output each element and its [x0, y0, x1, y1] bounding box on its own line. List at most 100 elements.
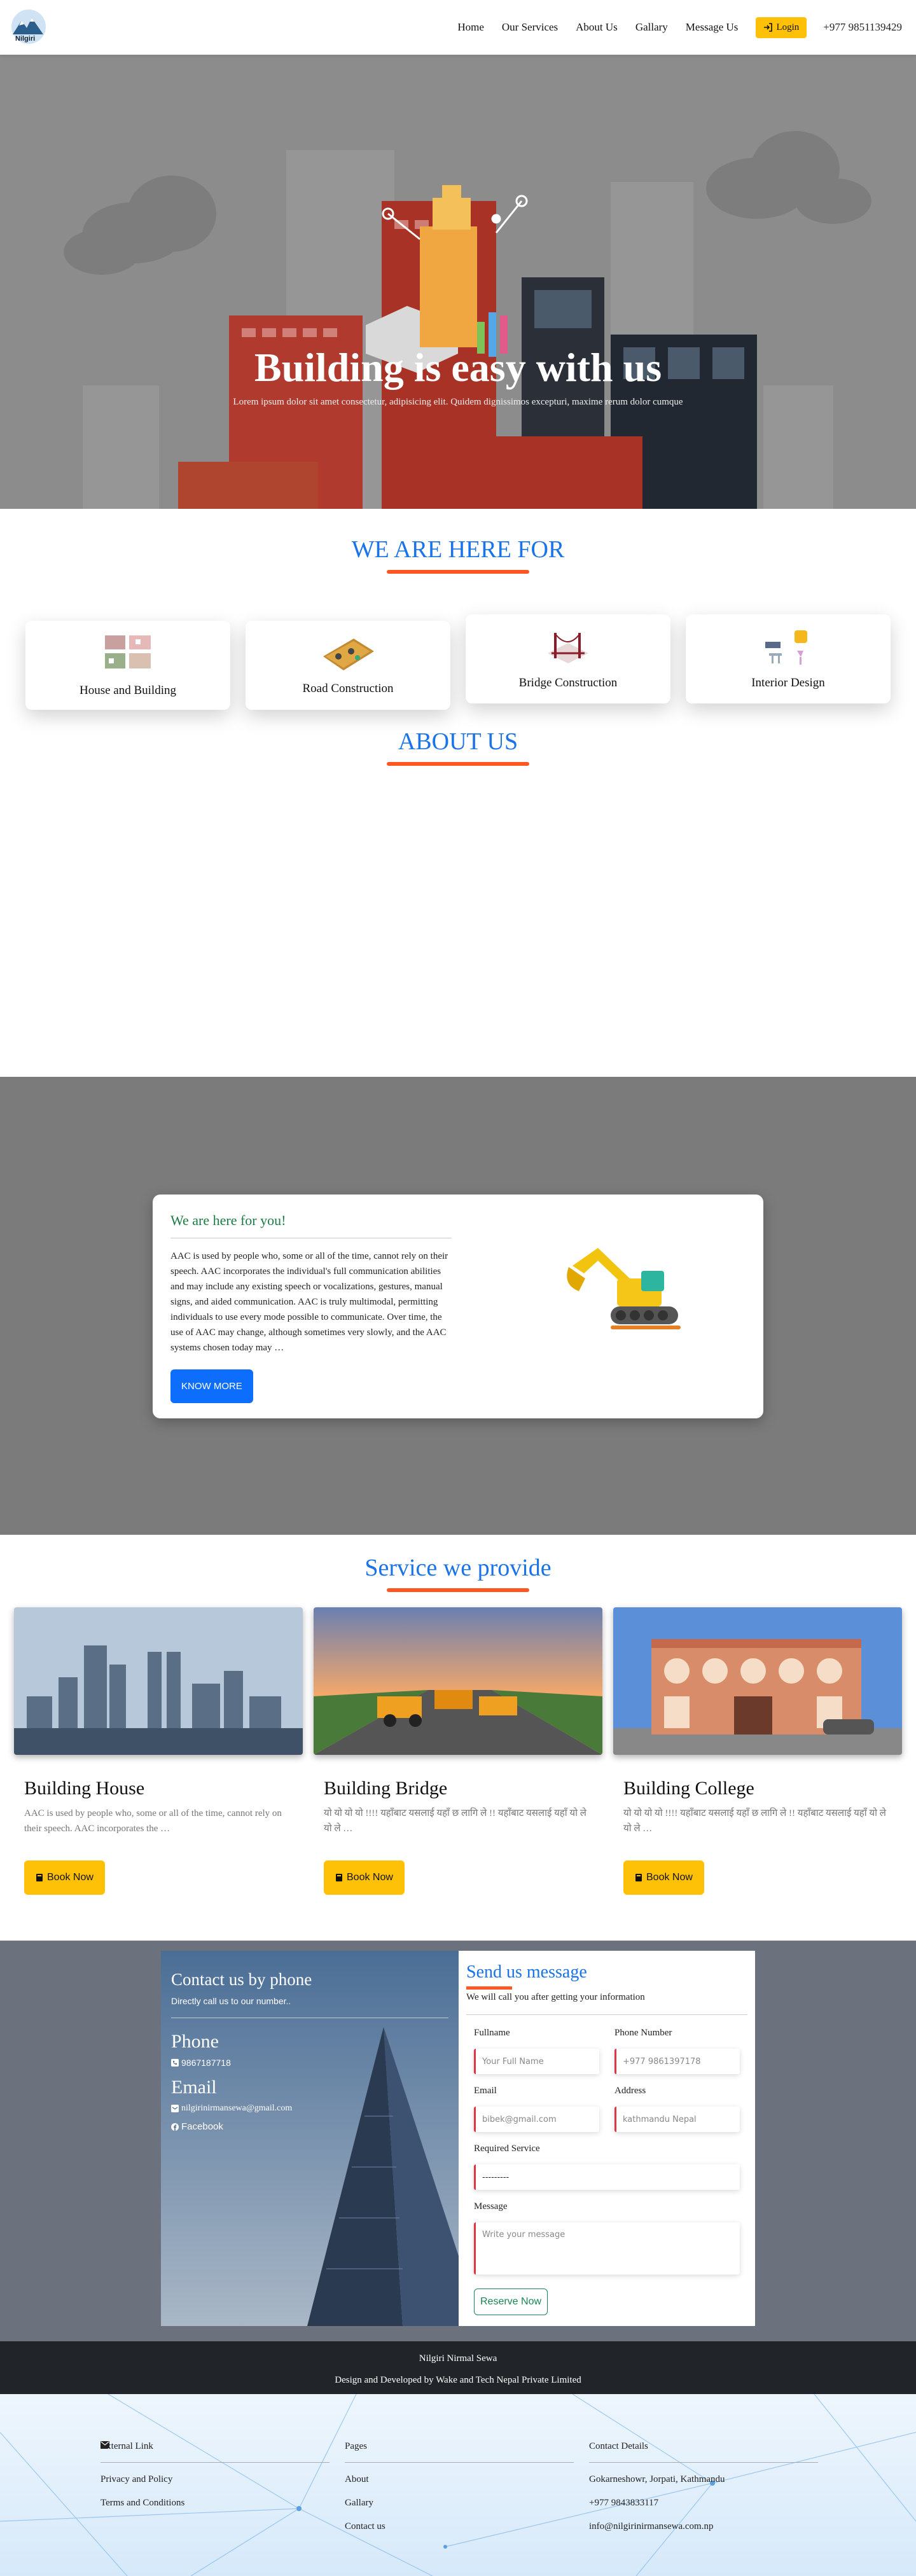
contact-left-subtitle: Directly call us to our number.. [171, 1996, 291, 2006]
title-underline [466, 1986, 512, 1990]
card-label: Bridge Construction [518, 676, 618, 689]
know-more-button[interactable]: KNOW MORE [170, 1369, 253, 1403]
nav-about-us[interactable]: About Us [576, 21, 618, 34]
message-label: Message [474, 2201, 508, 2212]
card-house-building[interactable]: House and Building [25, 621, 230, 710]
email-icon [171, 2105, 179, 2112]
login-button[interactable]: Login [756, 17, 807, 38]
card-label: House and Building [80, 684, 176, 697]
excavator-illustration [567, 1248, 681, 1329]
service-title: Building College [623, 1778, 754, 1799]
form-title: Send us message [466, 1962, 587, 1982]
phone-input[interactable]: +977 9861397178 [614, 2049, 740, 2074]
navbar: Nilgiri Home Our Services About Us Galla… [0, 0, 916, 55]
card-label: Road Construction [302, 682, 394, 695]
nav-message-us[interactable]: Message Us [686, 21, 739, 34]
reserve-now-button[interactable]: Reserve Now [474, 2289, 548, 2315]
book-now-button[interactable]: Book Now [324, 1860, 405, 1895]
phone-item: +977 9843833117 [101, 2441, 818, 2509]
phone-text[interactable]: +977 9843833117 [589, 2498, 658, 2509]
address-text: Gokarneshowr, Jorpati, Kathmandu [589, 2474, 725, 2484]
form-subtitle: We will call you after getting your info… [466, 1992, 645, 2002]
college-image [613, 1607, 902, 1755]
divider [466, 2014, 747, 2015]
city-image [14, 1607, 303, 1755]
service-title: Building House [24, 1778, 145, 1799]
login-label: Login [776, 22, 800, 32]
address-item: Gokarneshowr, Jorpati, Kathmandu [101, 2441, 818, 2485]
house-icon [105, 635, 151, 668]
nav-gallary[interactable]: Gallary [635, 21, 668, 34]
contact-email[interactable]: nilgirinirmansewa@gmail.com [181, 2103, 292, 2114]
about-heading: We are here for you! [170, 1212, 286, 1228]
service-desc: यो यो यो यो !!!! यहाँबाट यसलाई यहाँ छ ला… [324, 1808, 586, 1834]
services-title: Service we provide [364, 1555, 552, 1581]
book-now-label: Book Now [47, 1872, 94, 1883]
terms-link[interactable]: Terms and Conditions [101, 2498, 330, 2509]
service-title: Building Bridge [324, 1778, 448, 1799]
service-desc: AAC is used by people who, some or all o… [24, 1808, 282, 1834]
email-text[interactable]: info@nilgirinirmansewa.com.np [589, 2521, 713, 2532]
title-underline [387, 762, 529, 766]
bridge-icon [548, 633, 588, 663]
contact-phone[interactable]: 9867187718 [181, 2058, 231, 2068]
hero-title: Building is easy with us [254, 345, 662, 390]
message-textarea[interactable]: Write your message [474, 2222, 740, 2275]
contact-left-title: Contact us by phone [171, 1970, 312, 1989]
contact-info-panel: Contact us by phone Directly call us to … [161, 1951, 459, 2326]
site-logo[interactable]: Nilgiri [8, 9, 50, 46]
services-list: Building House AAC is used by people who… [0, 1607, 916, 1895]
facebook-link[interactable]: Facebook [181, 2121, 223, 2132]
company-name: Nilgiri Nirmal Sewa [419, 2353, 497, 2364]
road-image [314, 1607, 602, 1755]
gallary-link[interactable]: Gallary [345, 2498, 574, 2509]
book-now-button[interactable]: Book Now [24, 1860, 105, 1895]
contact-link[interactable]: Contact us [345, 2521, 574, 2532]
card-interior-design[interactable]: Interior Design [686, 614, 891, 703]
interior-icon [765, 630, 807, 665]
nav-phone: +977 9851139429 [823, 21, 902, 33]
footer-col-title: Pages [345, 2441, 367, 2451]
fullname-label: Fullname [474, 2028, 510, 2038]
login-icon [764, 23, 773, 32]
email-heading: Email [171, 2077, 217, 2098]
about-title: ABOUT US [398, 728, 518, 755]
card-label: Interior Design [751, 676, 825, 689]
footer-col-title: External Link [101, 2441, 153, 2451]
nav-home[interactable]: Home [457, 21, 484, 34]
title-underline [387, 1588, 529, 1592]
service-card-building-house: Building House AAC is used by people who… [14, 1607, 303, 1895]
contact-section: Contact us by phone Directly call us to … [0, 1941, 916, 2341]
service-label: Required Service [474, 2143, 540, 2154]
about-link[interactable]: About [345, 2474, 574, 2485]
card-road-construction[interactable]: Road Construction [246, 621, 450, 710]
fullname-input[interactable]: Your Full Name [474, 2049, 599, 2074]
footer-pages: Pages About Gallary Contact us [345, 2441, 574, 2545]
email-input[interactable]: bibek@gmail.com [474, 2107, 599, 2132]
hero-illustration [0, 55, 916, 509]
nav-menu: Home Our Services About Us Gallary Messa… [440, 17, 902, 38]
service-desc: यो यो यो यो !!!! यहाँबाट यसलाई यहाँ छ ला… [623, 1808, 886, 1834]
footer: External Link Privacy and Policy Terms a… [0, 2394, 916, 2576]
card-bridge-construction[interactable]: Bridge Construction [466, 614, 670, 703]
phone-icon [171, 2059, 179, 2067]
nav-our-services[interactable]: Our Services [502, 21, 558, 34]
service-select[interactable]: --------- [474, 2164, 740, 2190]
footer-contact-details: Contact Details Gokarneshowr, Jorpati, K… [101, 2441, 818, 2545]
contact-form-panel: Send us message We will call you after g… [459, 1951, 755, 2326]
hero-subtitle: Lorem ipsum dolor sit amet consectetur, … [233, 397, 683, 407]
address-input[interactable]: kathmandu Nepal [614, 2107, 740, 2132]
service-cards: House and Building Road Construction Bri… [0, 614, 916, 710]
about-card: We are here for you! AAC is used by peop… [153, 1195, 763, 1418]
phone-heading: Phone [171, 2031, 219, 2052]
book-now-label: Book Now [347, 1872, 393, 1883]
book-now-button[interactable]: Book Now [623, 1860, 704, 1895]
service-card-building-college: Building College यो यो यो यो !!!! यहाँबा… [613, 1607, 902, 1895]
privacy-link[interactable]: Privacy and Policy [101, 2474, 330, 2485]
service-card-building-bridge: Building Bridge यो यो यो यो !!!! यहाँबाट… [314, 1607, 602, 1895]
book-now-label: Book Now [646, 1872, 693, 1883]
email-item: info@nilgirinirmansewa.com.np [101, 2441, 818, 2532]
footer-col-title: Contact Details [589, 2441, 648, 2451]
book-icon [336, 1874, 342, 1881]
phone-label: Phone Number [614, 2028, 672, 2038]
